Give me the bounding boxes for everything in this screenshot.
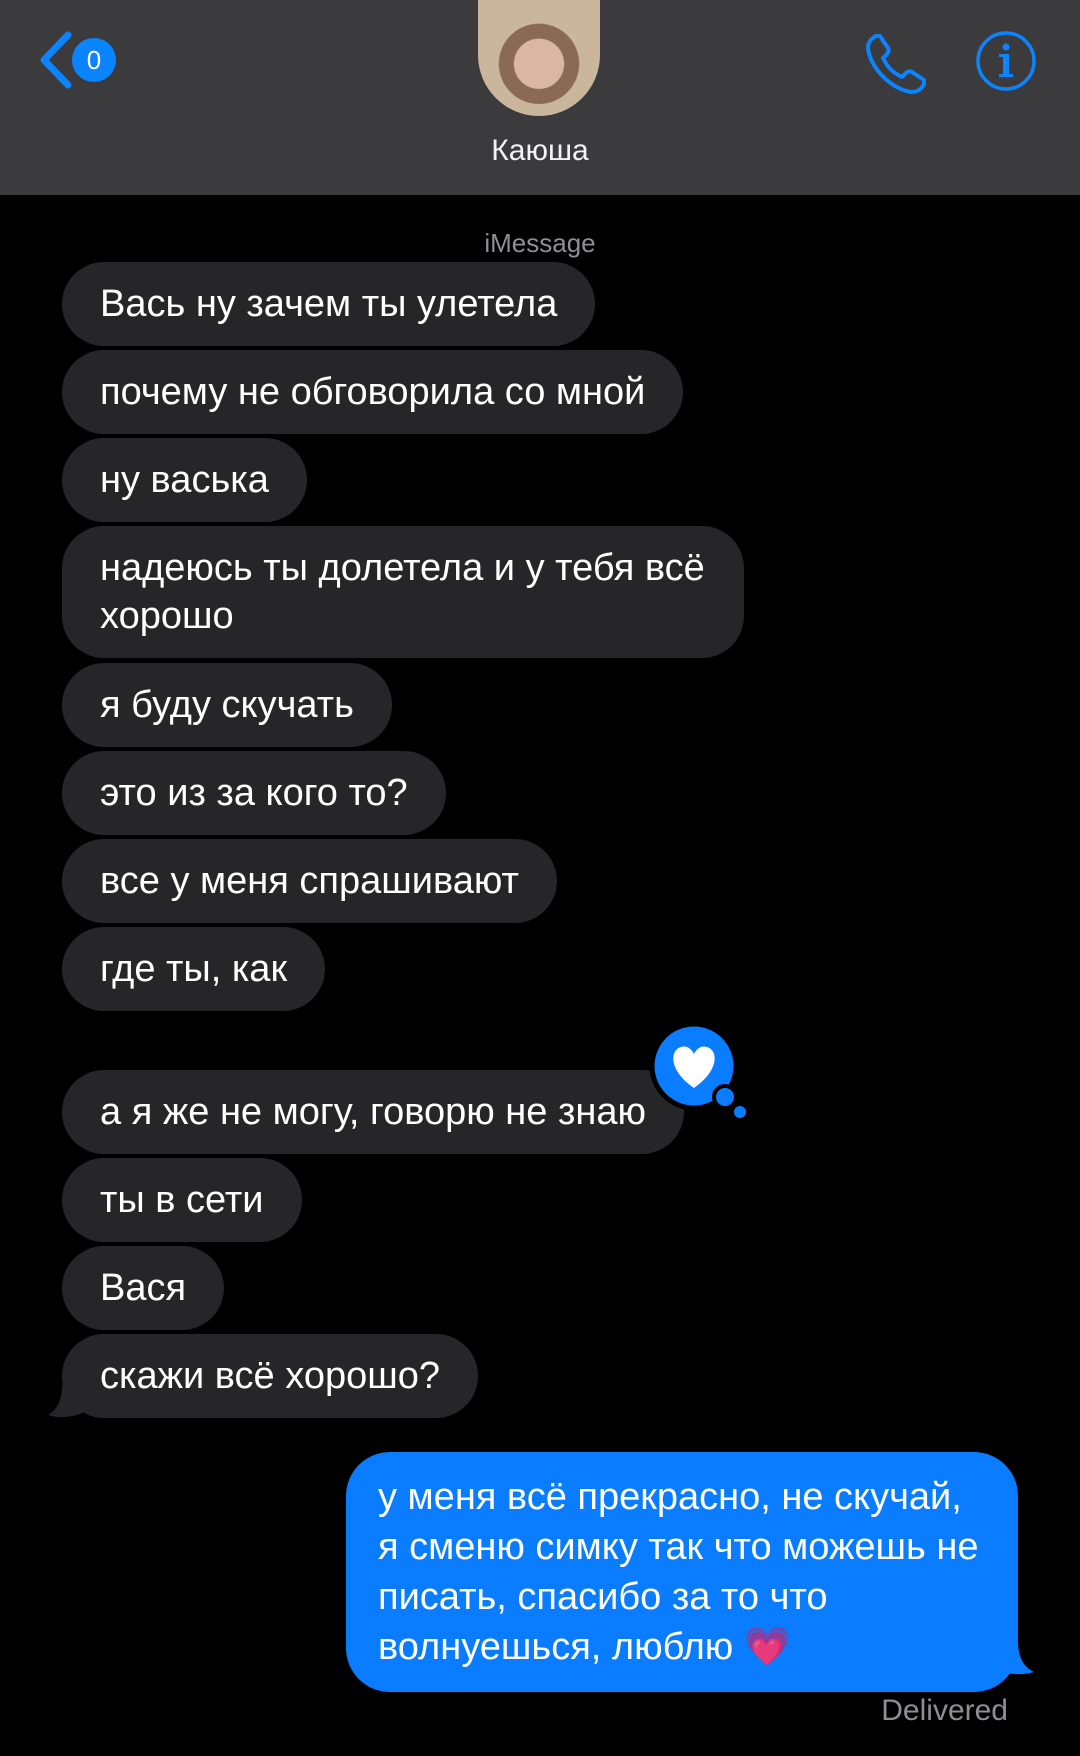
back-button[interactable]: 0: [36, 24, 136, 96]
chevron-left-icon: [40, 31, 72, 89]
incoming-message[interactable]: почему не обговорила со мной: [62, 350, 684, 434]
incoming-message[interactable]: это из за кого то?: [62, 751, 446, 835]
service-label: iMessage: [484, 228, 596, 258]
incoming-message[interactable]: ну васька: [62, 438, 307, 522]
unread-count-badge: 0: [72, 38, 116, 82]
incoming-bubble-tail: [48, 1385, 86, 1418]
incoming-message[interactable]: я буду скучать: [62, 663, 392, 747]
heart-icon[interactable]: [648, 1020, 748, 1120]
phone-icon[interactable]: [862, 30, 930, 98]
delivery-status: Delivered: [881, 1694, 1008, 1727]
incoming-message[interactable]: где ты, как: [62, 927, 326, 1011]
incoming-message[interactable]: скажи всё хорошо?: [62, 1334, 478, 1418]
outgoing-message[interactable]: у меня всё прекрасно, не скучай, я сменю…: [346, 1452, 1018, 1692]
incoming-message[interactable]: Вася: [62, 1246, 225, 1330]
conversation-header: 0 Каюша: [0, 0, 1080, 195]
incoming-message[interactable]: Вась ну зачем ты улетела: [62, 262, 596, 346]
info-icon[interactable]: [975, 30, 1037, 92]
contact-name[interactable]: Каюша: [0, 134, 1080, 168]
incoming-message[interactable]: ты в сети: [62, 1158, 302, 1242]
incoming-message[interactable]: надеюсь ты долетела и у тебя всё хорошо: [62, 526, 744, 658]
incoming-message[interactable]: все у меня спрашивают: [62, 839, 557, 923]
contact-avatar[interactable]: [478, 0, 600, 116]
incoming-message[interactable]: а я же не могу, говорю не знаю: [62, 1070, 685, 1154]
outgoing-bubble-tail: [992, 1640, 1034, 1675]
